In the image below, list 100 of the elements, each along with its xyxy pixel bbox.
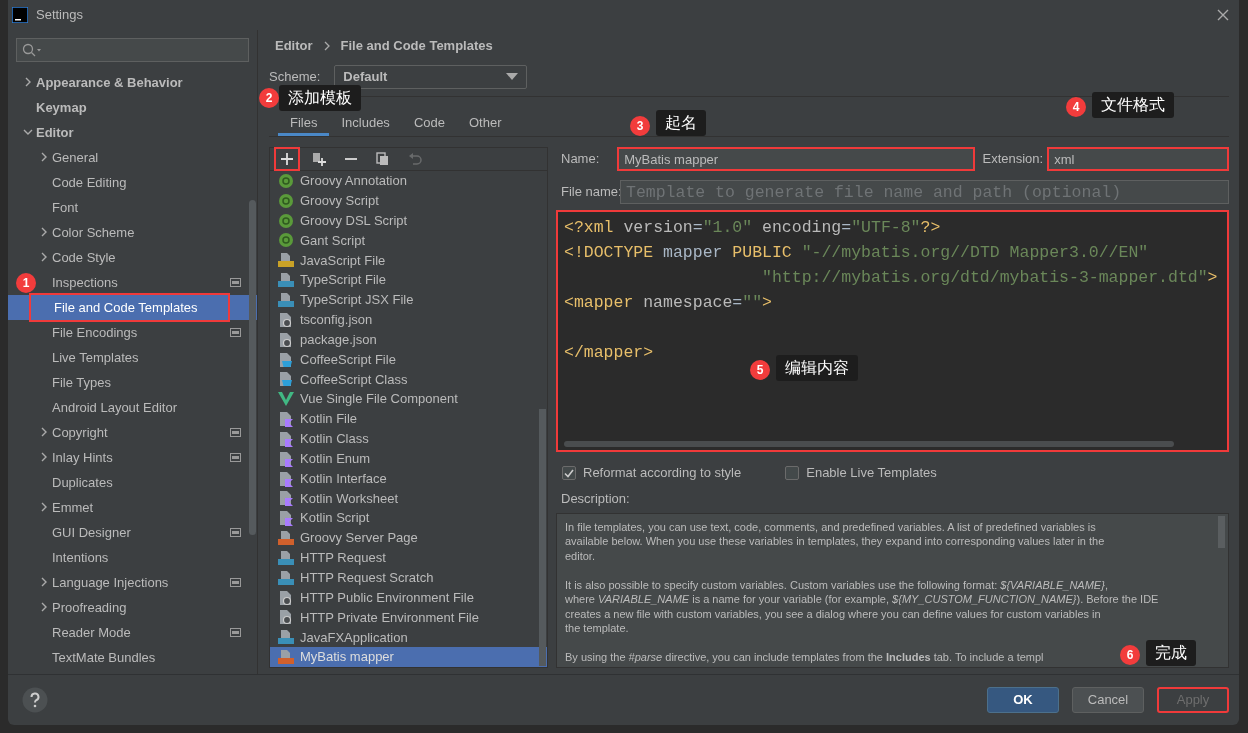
flag-file-icon — [278, 450, 294, 467]
breadcrumb-item[interactable]: Editor — [275, 38, 313, 54]
tree-item[interactable]: File Types — [52, 374, 111, 391]
file-icon — [278, 649, 294, 666]
flag-file-icon — [278, 430, 294, 447]
ok-button[interactable]: OK — [987, 687, 1059, 713]
tree-item[interactable]: Editor — [36, 124, 74, 141]
tree-item[interactable]: Duplicates — [52, 474, 113, 491]
file-icon — [278, 292, 294, 308]
chevron-right-icon[interactable] — [39, 501, 49, 512]
tree-item[interactable]: Language Injections — [52, 574, 169, 591]
tree-item[interactable]: Code Style — [52, 249, 116, 266]
caret-icon — [506, 73, 519, 80]
tree-item[interactable]: Color Scheme — [52, 224, 135, 241]
template-item[interactable]: Kotlin Class — [270, 428, 547, 449]
flag-file-icon — [278, 510, 294, 527]
tree-item[interactable]: Reader Mode — [52, 624, 131, 641]
gear-file-icon — [278, 609, 294, 626]
scrollbar[interactable] — [564, 441, 1174, 447]
paragraph: By using the #parse directive, you can include templates from the Includes tab. To include a templ — [565, 650, 1044, 665]
tree-item[interactable]: Inlay Hints — [52, 449, 113, 466]
cup-file-icon — [278, 371, 294, 388]
search-field[interactable] — [16, 38, 249, 62]
breadcrumb-item: File and Code Templates — [340, 38, 493, 54]
template-item[interactable]: TypeScript JSX File — [270, 290, 547, 310]
template-item[interactable]: Kotlin Script — [270, 508, 547, 529]
checkbox[interactable] — [562, 466, 576, 480]
tree-item[interactable]: Emmet — [52, 499, 94, 516]
code-line: <!DOCTYPE mapper PUBLIC "-//mybatis.org//DTD Mapper3.0//EN" — [564, 242, 1150, 264]
template-item[interactable]: TypeScript File — [270, 270, 547, 291]
tree-item[interactable]: File Encodings — [52, 324, 138, 341]
template-item[interactable]: Kotlin Worksheet — [270, 488, 547, 509]
tree-item[interactable]: File and Code Templates — [29, 292, 230, 323]
template-item[interactable]: Kotlin File — [270, 409, 547, 429]
template-item[interactable]: MyBatis mapper — [270, 647, 547, 668]
tree-item[interactable]: GUI Designer — [52, 524, 131, 541]
tab[interactable]: Files — [278, 115, 330, 136]
tree-item[interactable]: Copyright — [52, 424, 108, 441]
circle-icon — [278, 232, 294, 249]
template-item[interactable]: HTTP Private Environment File — [270, 607, 547, 628]
template-item[interactable]: Gant Script — [270, 230, 547, 251]
chevron-right-icon[interactable] — [39, 226, 49, 237]
file-icon — [278, 272, 294, 289]
template-item[interactable]: Groovy Script — [270, 190, 547, 211]
scheme-select[interactable]: Default — [334, 64, 528, 89]
tree-item[interactable]: Proofreading — [52, 599, 127, 616]
code-line: <mapper namespace=""> — [564, 292, 773, 314]
template-item[interactable]: JavaScript File — [270, 250, 547, 271]
tree-item[interactable]: Font — [52, 199, 78, 216]
tree-item[interactable]: Inspections — [52, 274, 118, 291]
template-item[interactable]: Kotlin Interface — [270, 468, 547, 489]
tree-item[interactable]: Live Templates — [52, 349, 139, 366]
field-label: File name: — [560, 184, 620, 200]
tree-item[interactable]: General — [52, 149, 99, 166]
template-item[interactable]: tsconfig.json — [270, 309, 547, 330]
tree-item[interactable]: Appearance & Behavior — [36, 74, 183, 91]
template-item[interactable]: CoffeeScript File — [270, 349, 547, 370]
tree-item[interactable]: Code Editing — [52, 174, 127, 191]
chevron-right-icon[interactable] — [39, 426, 49, 437]
tree-item[interactable]: Intentions — [52, 549, 109, 566]
tree-item[interactable]: TextMate Bundles — [52, 649, 156, 666]
template-item[interactable]: HTTP Request — [270, 548, 547, 568]
flag-file-icon — [278, 490, 294, 507]
chevron-right-icon[interactable] — [39, 251, 49, 262]
template-item[interactable]: JavaFXApplication — [270, 627, 547, 648]
chevron-right-icon[interactable] — [39, 576, 49, 587]
chevron-right-icon[interactable] — [39, 451, 49, 462]
template-item[interactable]: HTTP Request Scratch — [270, 567, 547, 588]
checkbox-label: Enable Live Templates — [806, 465, 937, 481]
tab[interactable]: Includes — [329, 115, 402, 136]
scrollbar[interactable] — [539, 409, 546, 666]
scrollbar[interactable] — [1218, 515, 1225, 548]
tab[interactable]: Other — [456, 115, 514, 136]
template-item[interactable]: Vue Single File Component — [270, 389, 547, 410]
add-button[interactable] — [274, 147, 300, 171]
v-icon — [278, 391, 294, 408]
chevron-right-icon[interactable] — [39, 151, 49, 162]
template-item[interactable]: package.json — [270, 329, 547, 350]
code-line: "http://mybatis.org/dtd/mybatis-3-mapper.dtd"> — [761, 267, 1219, 289]
chevron-right-icon[interactable] — [39, 601, 49, 612]
extension-field[interactable]: xml — [1047, 147, 1229, 171]
add-icon — [280, 152, 294, 166]
dialog-button[interactable]: Cancel — [1072, 687, 1144, 713]
help-icon[interactable] — [22, 687, 48, 713]
chevron-right-icon[interactable] — [23, 76, 33, 87]
close-icon[interactable] — [1217, 9, 1229, 21]
template-item[interactable]: Groovy DSL Script — [270, 210, 547, 231]
tree-item[interactable]: Android Layout Editor — [52, 399, 178, 416]
scrollbar[interactable] — [249, 200, 256, 535]
template-item[interactable]: Kotlin Enum — [270, 448, 547, 469]
tab[interactable]: Code — [401, 115, 457, 136]
template-item[interactable]: Groovy Annotation — [270, 171, 547, 191]
field-label: Extension: — [982, 151, 1044, 167]
name-field[interactable]: MyBatis mapper — [617, 147, 976, 171]
tree-item[interactable]: Keymap — [36, 99, 87, 116]
template-item[interactable]: Groovy Server Page — [270, 528, 547, 549]
checkbox[interactable] — [785, 466, 800, 480]
template-item[interactable]: HTTP Public Environment File — [270, 587, 547, 608]
window-title: Settings — [36, 7, 83, 23]
template-item[interactable]: CoffeeScript Class — [270, 369, 547, 390]
